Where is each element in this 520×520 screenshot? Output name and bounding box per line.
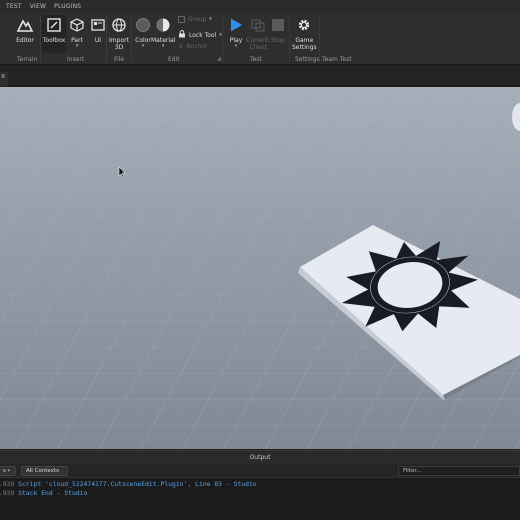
3d-viewport[interactable]	[0, 87, 520, 449]
ui-button[interactable]: UI	[88, 15, 108, 44]
group-label-settings: Settings	[295, 56, 320, 63]
part-cube-icon	[67, 15, 87, 35]
group-label-edit: Edit	[168, 56, 180, 63]
group-icon	[178, 16, 185, 23]
log-line: 1.939 Script 'cloud_522474177.CutsceneEd…	[0, 480, 257, 488]
message-type-dropdown[interactable]: s ▾	[0, 466, 16, 476]
chevron-down-icon: ▾	[234, 43, 238, 49]
play-icon	[226, 15, 246, 35]
play-button[interactable]: Play ▾	[226, 15, 246, 49]
current-client-button[interactable]: Current: Client	[246, 15, 271, 51]
group-label-terrain: Terrain	[17, 56, 38, 63]
menu-tab-view[interactable]: VIEW	[30, 3, 54, 10]
viewport-scene	[0, 87, 520, 449]
part-button[interactable]: Part ▾	[67, 15, 87, 49]
ribbon-toolbar: Editor Terrain Toolbox Part ▾ UI Insert …	[0, 13, 520, 65]
output-log: 1.939 Script 'cloud_522474177.CutsceneEd…	[0, 478, 520, 520]
globe-icon	[109, 15, 129, 35]
toolbox-icon	[44, 15, 64, 35]
output-toolbar: s ▾ All Contexts ▾ Filter...	[0, 464, 520, 483]
expand-group-icon[interactable]: ◢	[217, 56, 221, 62]
divider	[40, 16, 41, 62]
group-label-insert: Insert	[67, 56, 85, 63]
stop-button[interactable]: Stop	[268, 15, 288, 44]
chevron-down-icon: ▾	[161, 43, 165, 49]
divider	[131, 16, 132, 62]
group-label-test: Test	[250, 56, 262, 63]
divider	[222, 16, 223, 62]
menu-bar: TEST VIEW PLUGINS	[0, 0, 520, 13]
terrain-editor-button[interactable]: Editor	[15, 15, 35, 44]
document-tab-close-icon[interactable]: x	[0, 72, 8, 86]
divider	[289, 16, 290, 62]
ui-frame-icon	[88, 15, 108, 35]
group-button[interactable]: Group ▾	[178, 16, 212, 23]
menu-tab-plugins[interactable]: PLUGINS	[54, 3, 89, 10]
anchor-button[interactable]: ⚓ Anchor	[178, 43, 208, 50]
chevron-down-icon: ▾	[141, 43, 145, 49]
material-button[interactable]: Material ▾	[151, 15, 175, 49]
game-settings-button[interactable]: Game Settings	[292, 15, 317, 51]
filter-input[interactable]: Filter...	[398, 466, 520, 476]
color-button[interactable]: Color ▾	[133, 15, 153, 49]
log-line: 1.939 Stack End - Studio	[0, 489, 88, 497]
color-swatch-icon	[133, 15, 153, 35]
output-panel-title: Output	[0, 450, 520, 464]
anchor-icon: ⚓	[178, 43, 184, 50]
document-tab-strip: x	[0, 66, 520, 86]
divider	[106, 16, 107, 62]
gear-icon	[294, 15, 314, 35]
contexts-dropdown[interactable]: All Contexts ▾	[21, 466, 68, 483]
terrain-editor-icon	[15, 15, 35, 35]
material-sphere-icon	[153, 15, 173, 35]
toolbox-button[interactable]: Toolbox	[42, 15, 66, 53]
chevron-down-icon: ▾	[75, 43, 79, 49]
chevron-down-icon: ▾	[209, 16, 212, 22]
group-label-file: File	[114, 56, 125, 63]
stop-icon	[268, 15, 288, 35]
group-label-team-test: Team Test	[322, 56, 352, 63]
menu-tab-test[interactable]: TEST	[6, 3, 30, 10]
chevron-down-icon: ▾	[7, 468, 11, 474]
lock-tool-button[interactable]: Lock Tool ▾	[178, 30, 222, 40]
client-switch-icon	[248, 15, 268, 35]
divider	[319, 16, 320, 62]
lock-icon	[178, 30, 186, 40]
import-3d-button[interactable]: Import 3D	[109, 15, 129, 51]
